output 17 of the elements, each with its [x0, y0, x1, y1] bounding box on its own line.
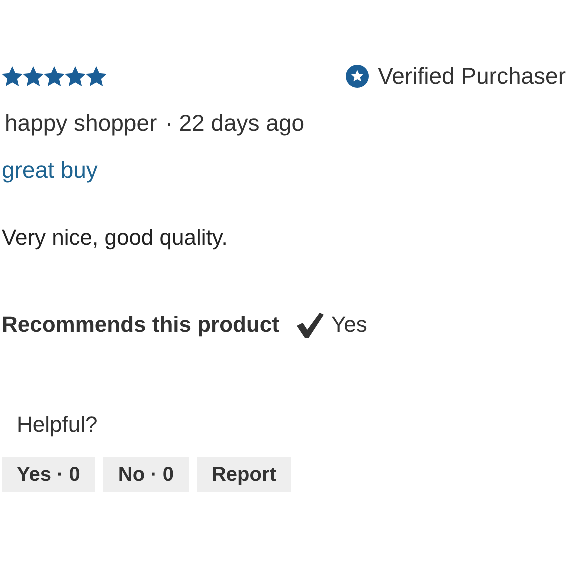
verified-label: Verified Purchaser — [378, 62, 566, 91]
star-icon — [23, 66, 44, 86]
helpful-yes-button[interactable]: Yes · 0 — [2, 457, 96, 492]
author-name: happy shopper — [5, 109, 158, 138]
review-title: great buy — [2, 156, 98, 182]
verified-badge-icon — [346, 64, 370, 88]
star-icon — [44, 66, 65, 86]
recommendation-value: Yes — [331, 311, 368, 339]
review-body: Very nice, good quality. — [2, 225, 228, 250]
star-icon — [86, 66, 107, 86]
review-age: · 22 days ago — [165, 109, 305, 138]
star-icon — [2, 66, 23, 86]
helpful-no-button[interactable]: No · 0 — [103, 457, 189, 492]
recommendation-label: Recommends this product — [2, 311, 280, 339]
helpful-prompt: Helpful? — [17, 412, 98, 437]
report-button[interactable]: Report — [196, 457, 292, 492]
star-icon — [65, 66, 86, 86]
